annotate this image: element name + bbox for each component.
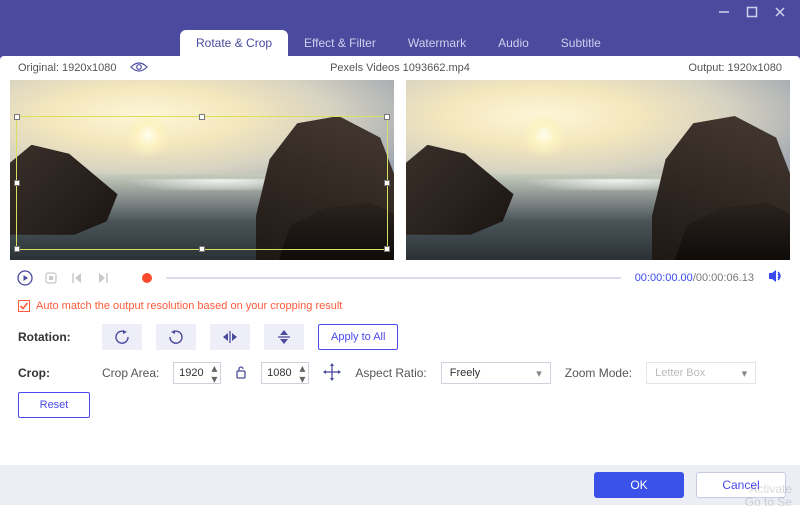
stop-icon[interactable] bbox=[42, 269, 60, 287]
tab-subtitle[interactable]: Subtitle bbox=[545, 30, 617, 56]
flip-vertical-icon[interactable] bbox=[264, 324, 304, 350]
next-frame-icon[interactable] bbox=[94, 269, 112, 287]
rotation-row: Rotation: Apply to All bbox=[10, 318, 790, 356]
preview-original[interactable] bbox=[10, 80, 394, 260]
tab-watermark[interactable]: Watermark bbox=[392, 30, 482, 56]
titlebar bbox=[0, 0, 800, 24]
transport: 00:00:00.00/00:00:06.13 bbox=[10, 260, 790, 290]
apply-all-button[interactable]: Apply to All bbox=[318, 324, 398, 350]
crop-box[interactable] bbox=[16, 116, 388, 250]
close-icon[interactable] bbox=[774, 6, 786, 18]
filename: Pexels Videos 1093662.mp4 bbox=[330, 62, 470, 74]
tab-effect-filter[interactable]: Effect & Filter bbox=[288, 30, 392, 56]
aspect-ratio-label: Aspect Ratio: bbox=[355, 366, 426, 380]
output-label: Output: 1920x1080 bbox=[688, 62, 782, 74]
prev-frame-icon[interactable] bbox=[68, 269, 86, 287]
preview-eye-icon[interactable] bbox=[130, 61, 148, 76]
play-icon[interactable] bbox=[16, 269, 34, 287]
chevron-down-icon: ▾ bbox=[208, 373, 220, 384]
lock-icon[interactable] bbox=[235, 365, 247, 382]
crop-area-label: Crop Area: bbox=[102, 366, 159, 380]
chevron-down-icon: ▾ bbox=[296, 373, 308, 384]
crop-row: Crop: Crop Area: 1920▴▾ 1080▴▾ Aspect Ra… bbox=[10, 356, 790, 390]
content: Original: 1920x1080 Pexels Videos 109366… bbox=[0, 56, 800, 515]
zoom-mode-select[interactable]: Letter Box▾ bbox=[646, 362, 756, 384]
rotation-label: Rotation: bbox=[18, 330, 88, 344]
rotate-left-icon[interactable] bbox=[102, 324, 142, 350]
original-label: Original: 1920x1080 bbox=[18, 62, 116, 74]
ok-button[interactable]: OK bbox=[594, 472, 684, 498]
windows-watermark: ActivateGo to Se bbox=[745, 483, 792, 509]
aspect-ratio-select[interactable]: Freely▾ bbox=[441, 362, 551, 384]
tab-rotate-crop[interactable]: Rotate & Crop bbox=[180, 30, 288, 56]
maximize-icon[interactable] bbox=[746, 6, 758, 18]
tabs: Rotate & Crop Effect & Filter Watermark … bbox=[0, 24, 800, 56]
preview-row bbox=[10, 80, 790, 260]
rotate-right-icon[interactable] bbox=[156, 324, 196, 350]
flip-horizontal-icon[interactable] bbox=[210, 324, 250, 350]
playhead-icon[interactable] bbox=[142, 273, 152, 283]
preview-output bbox=[406, 80, 790, 260]
tab-audio[interactable]: Audio bbox=[482, 30, 545, 56]
auto-match[interactable]: Auto match the output resolution based o… bbox=[10, 290, 790, 318]
minimize-icon[interactable] bbox=[718, 6, 730, 18]
crop-height-input[interactable]: 1080▴▾ bbox=[261, 362, 309, 384]
chevron-down-icon: ▾ bbox=[742, 367, 748, 380]
reset-row: Reset bbox=[10, 390, 790, 424]
volume-icon[interactable] bbox=[768, 269, 784, 288]
zoom-mode-label: Zoom Mode: bbox=[565, 366, 632, 380]
auto-match-label: Auto match the output resolution based o… bbox=[36, 300, 342, 312]
crop-width-input[interactable]: 1920▴▾ bbox=[173, 362, 221, 384]
timecode: 00:00:00.00/00:00:06.13 bbox=[635, 272, 754, 284]
crop-label: Crop: bbox=[18, 366, 88, 380]
center-icon[interactable] bbox=[323, 363, 341, 384]
chevron-down-icon: ▾ bbox=[536, 367, 542, 380]
meta-bar: Original: 1920x1080 Pexels Videos 109366… bbox=[10, 56, 790, 80]
bottom-bar: OK Cancel bbox=[0, 465, 800, 505]
reset-button[interactable]: Reset bbox=[18, 392, 90, 418]
timeline[interactable] bbox=[166, 277, 621, 279]
auto-match-checkbox[interactable] bbox=[18, 300, 30, 312]
